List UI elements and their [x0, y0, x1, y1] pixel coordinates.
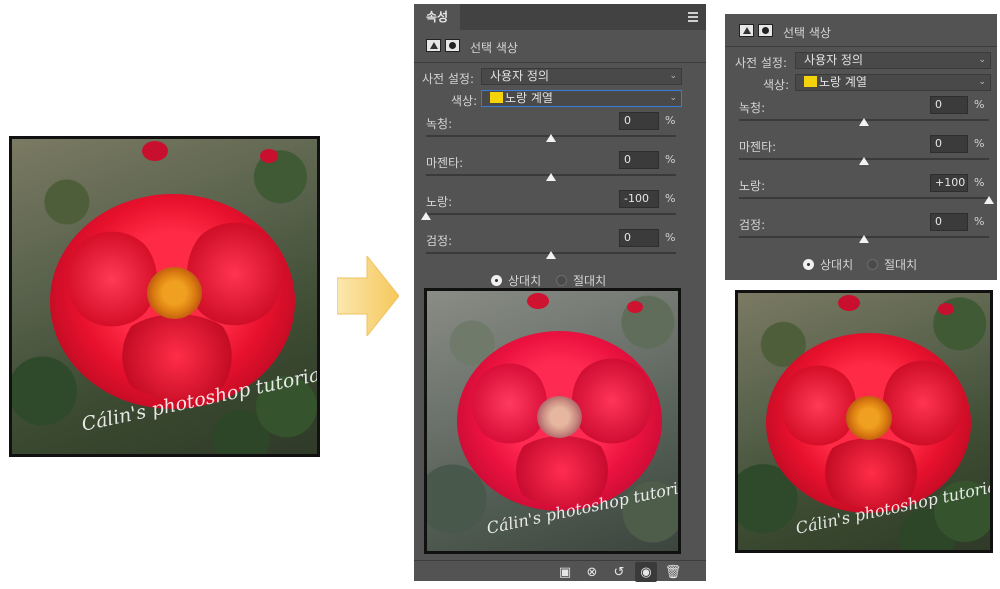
radio-relative-label: 상대치: [820, 258, 854, 272]
radio-absolute[interactable]: 절대치: [556, 272, 606, 289]
preview-photo-desaturated: Cálin's photoshop tutorial: [424, 288, 681, 554]
preset-value: 사용자 정의: [804, 53, 864, 67]
magenta-input[interactable]: 0: [619, 151, 659, 169]
result-photo: Cálin's photoshop tutorial: [735, 290, 993, 553]
color-dropdown[interactable]: 노랑 계열 ⌄: [481, 90, 682, 107]
adjustment-layer-icon: [739, 24, 754, 37]
view-previous-state-icon[interactable]: ⊗: [581, 562, 603, 582]
color-value: 노랑 계열: [819, 75, 867, 89]
slider-label-black: 검정:: [739, 218, 766, 232]
cyan-slider-thumb[interactable]: [859, 118, 869, 126]
reset-icon[interactable]: ↺: [608, 562, 630, 582]
black-input[interactable]: 0: [930, 213, 968, 231]
yellow-slider-track[interactable]: [739, 197, 989, 199]
slider-label-cyan: 녹청:: [739, 101, 766, 115]
radio-relative-dot[interactable]: [491, 275, 502, 286]
yellow-input[interactable]: -100: [619, 190, 659, 208]
yellow-slider-thumb[interactable]: [984, 196, 994, 204]
clip-to-layer-icon[interactable]: ▣: [554, 562, 576, 582]
chevron-down-icon: ⌄: [669, 93, 677, 103]
chevron-down-icon: ⌄: [978, 55, 986, 65]
arrow-right-icon: [337, 256, 399, 336]
panel-title: 선택 색상: [783, 26, 831, 40]
yellow-slider-thumb[interactable]: [421, 212, 431, 220]
chevron-down-icon: ⌄: [978, 77, 986, 87]
radio-relative[interactable]: 상대치: [803, 256, 853, 273]
original-photo: Cálin's photoshop tutorial: [9, 136, 320, 457]
yellow-input[interactable]: +100: [930, 174, 968, 192]
color-dropdown[interactable]: 노랑 계열 ⌄: [795, 74, 991, 91]
visibility-eye-icon[interactable]: ◉: [635, 562, 657, 582]
preset-label: 사전 설정:: [422, 72, 475, 86]
slider-label-magenta: 마젠타:: [426, 156, 464, 170]
layer-mask-icon[interactable]: [758, 24, 773, 37]
panel-header-icons: [426, 39, 460, 52]
color-value: 노랑 계열: [505, 91, 553, 105]
magenta-slider-thumb[interactable]: [546, 173, 556, 181]
yellow-slider-track[interactable]: [426, 213, 676, 215]
properties-panel: 속성 선택 색상 사전 설정: 사용자 정의 ⌄ 색상: 노랑 계열 ⌄ 녹청:…: [414, 4, 706, 582]
layer-mask-icon[interactable]: [445, 39, 460, 52]
magenta-input[interactable]: 0: [930, 135, 968, 153]
slider-label-yellow: 노랑:: [739, 179, 766, 193]
slider-label-black: 검정:: [426, 234, 453, 248]
preset-dropdown[interactable]: 사용자 정의 ⌄: [795, 52, 991, 69]
yellow-swatch-icon: [490, 92, 503, 103]
chevron-down-icon: ⌄: [669, 71, 677, 81]
black-slider-thumb[interactable]: [546, 251, 556, 259]
trash-icon[interactable]: 🗑: [662, 562, 684, 582]
panel-title: 선택 색상: [470, 41, 518, 55]
preset-value: 사용자 정의: [490, 69, 550, 83]
yellow-swatch-icon: [804, 76, 817, 87]
color-label: 색상:: [451, 94, 478, 108]
tab-properties[interactable]: 속성: [414, 4, 461, 30]
radio-relative[interactable]: 상대치: [491, 272, 541, 289]
properties-panel-secondary: 선택 색상 사전 설정: 사용자 정의 ⌄ 색상: 노랑 계열 ⌄ 녹청: 0 …: [725, 14, 997, 280]
panel-header-icons: [739, 24, 773, 37]
cyan-input[interactable]: 0: [619, 112, 659, 130]
preset-label: 사전 설정:: [735, 56, 788, 70]
radio-absolute-label: 절대치: [884, 258, 918, 272]
cyan-slider-thumb[interactable]: [546, 134, 556, 142]
radio-absolute-dot[interactable]: [556, 275, 567, 286]
black-slider-thumb[interactable]: [859, 235, 869, 243]
radio-absolute-label: 절대치: [573, 274, 607, 288]
adjustment-layer-icon: [426, 39, 441, 52]
magenta-slider-thumb[interactable]: [859, 157, 869, 165]
black-input[interactable]: 0: [619, 229, 659, 247]
color-label: 색상:: [763, 78, 790, 92]
radio-relative-label: 상대치: [508, 274, 542, 288]
slider-label-yellow: 노랑:: [426, 195, 453, 209]
panel-tabbar: 속성: [414, 4, 706, 30]
radio-absolute[interactable]: 절대치: [867, 256, 917, 273]
slider-label-cyan: 녹청:: [426, 117, 453, 131]
slider-label-magenta: 마젠타:: [739, 140, 777, 154]
cyan-input[interactable]: 0: [930, 96, 968, 114]
preset-dropdown[interactable]: 사용자 정의 ⌄: [481, 68, 682, 85]
radio-absolute-dot[interactable]: [867, 259, 878, 270]
radio-relative-dot[interactable]: [803, 259, 814, 270]
panel-menu-icon[interactable]: [688, 12, 698, 24]
